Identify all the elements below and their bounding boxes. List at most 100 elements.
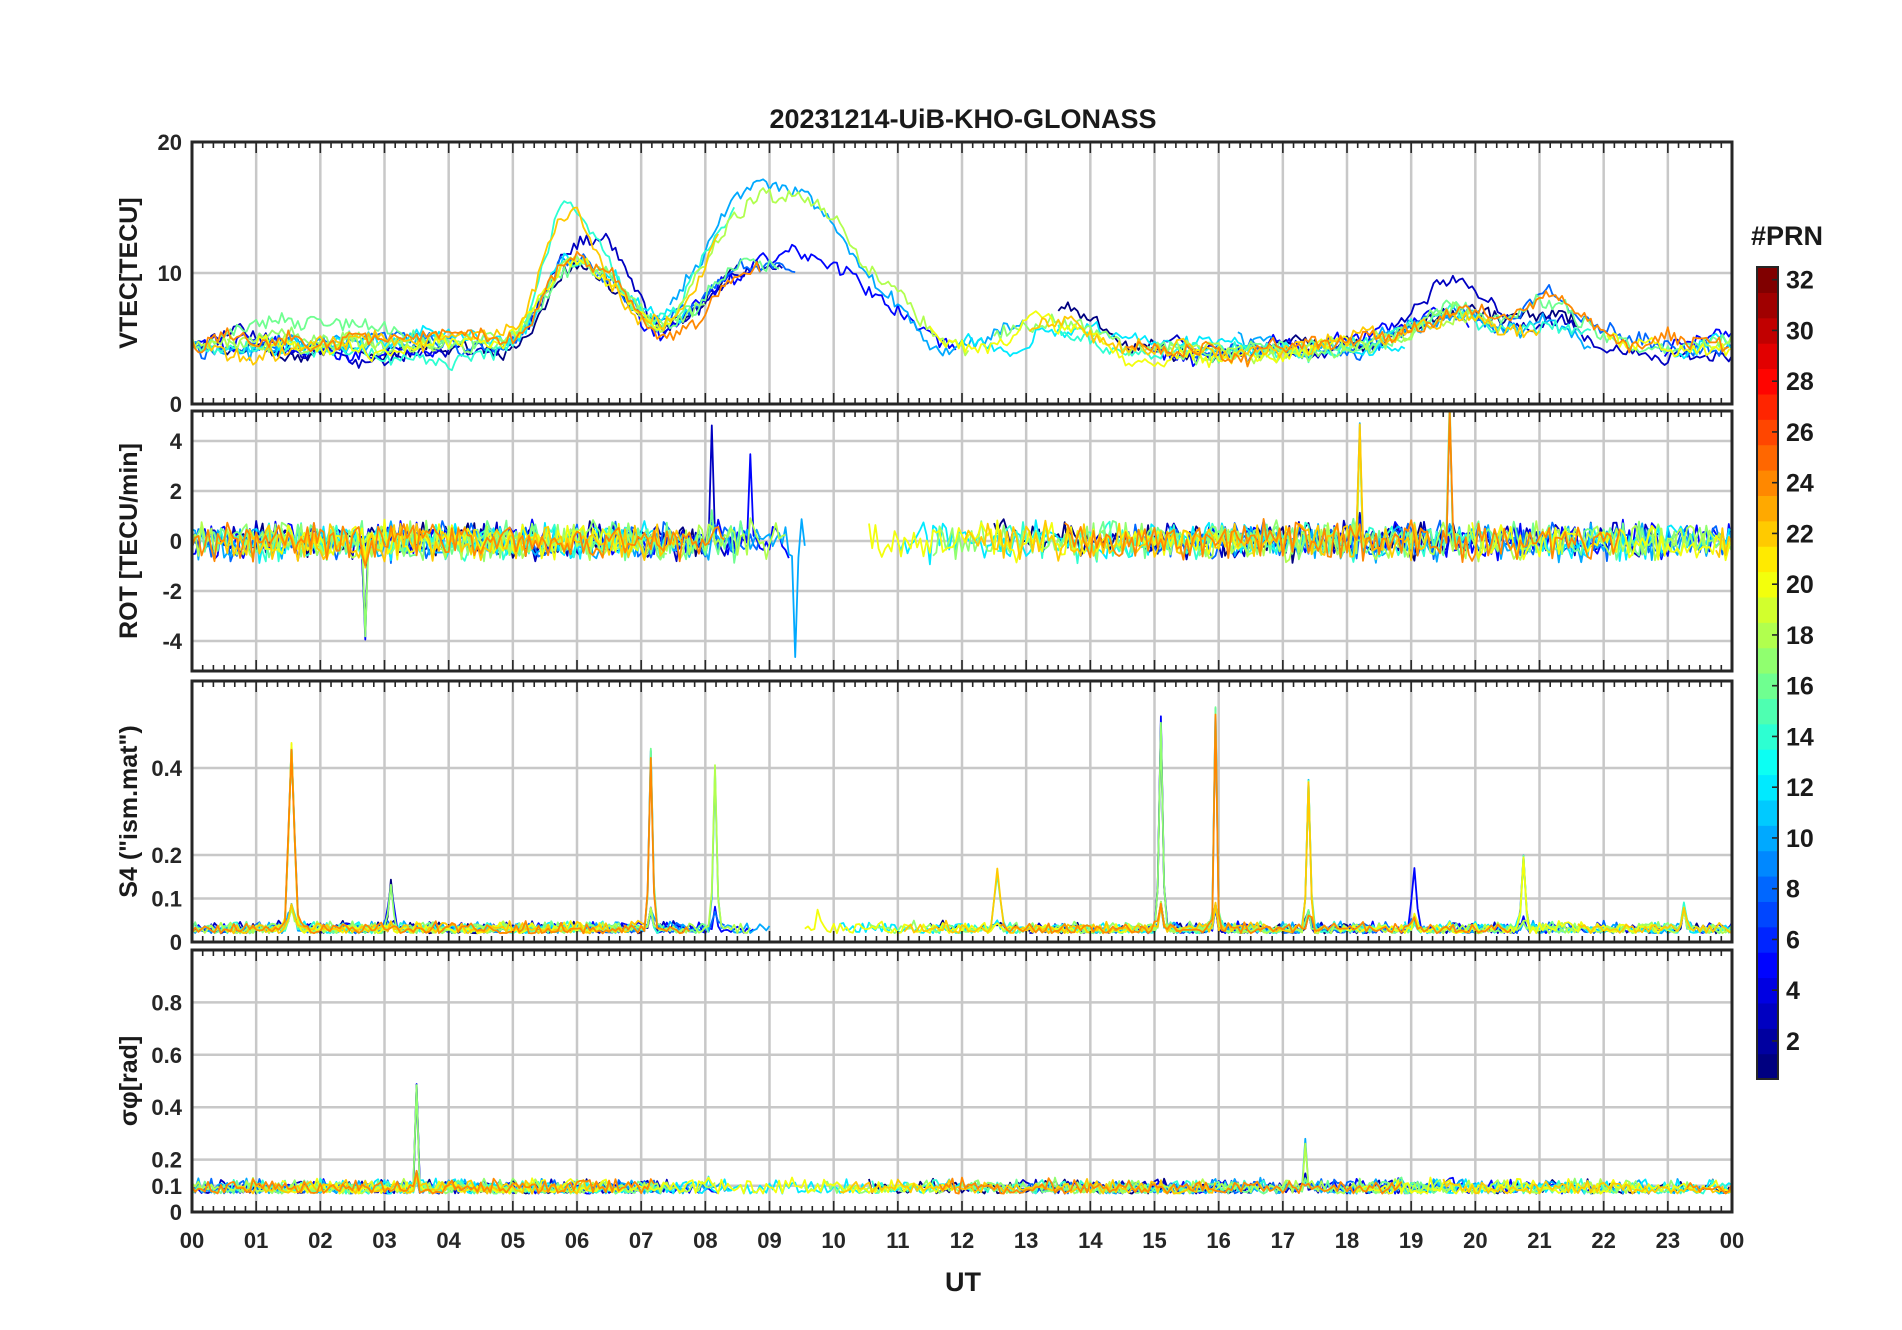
colorbar-tick-label: 2	[1786, 1028, 1800, 1056]
colorbar-swatch	[1757, 1053, 1778, 1080]
colorbar-tick-label: 8	[1786, 876, 1800, 904]
x-tick-label: 23	[1656, 1228, 1680, 1253]
chart-title: 20231214-UiB-KHO-GLONASS	[769, 104, 1156, 134]
colorbar-label: #PRN	[1751, 221, 1823, 251]
figure: 20231214-UiB-KHO-GLONASS 01020VTEC[TECU]…	[115, 104, 1823, 1297]
sigma-ylabel: σφ[rad]	[115, 1036, 143, 1127]
x-tick-label: 21	[1527, 1228, 1551, 1253]
colorbar-tick-label: 16	[1786, 673, 1814, 701]
s4-grid	[190, 681, 1734, 944]
colorbar-tick-label: 32	[1786, 267, 1814, 295]
colorbar-tick-label: 30	[1786, 317, 1814, 345]
vtec-ytick-label: 20	[158, 130, 182, 155]
colorbar-swatch	[1757, 749, 1778, 776]
sigma-ytick-label: 0.6	[151, 1043, 182, 1068]
x-tick-label: 07	[629, 1228, 653, 1253]
x-tick-label: 20	[1463, 1228, 1487, 1253]
colorbar-tick-label: 26	[1786, 419, 1814, 447]
rot-ytick-label: 2	[170, 479, 182, 504]
s4-ytick-label: 0.4	[151, 756, 182, 781]
colorbar-tick-label: 10	[1786, 825, 1814, 853]
colorbar-tick-label: 14	[1786, 723, 1814, 751]
sigma-ytick-label: 0	[170, 1200, 182, 1225]
colorbar-tick-label: 6	[1786, 926, 1800, 954]
x-tick-label: 04	[436, 1228, 461, 1253]
x-tick-label: 05	[501, 1228, 525, 1253]
rot-ytick-label: 0	[170, 529, 182, 554]
s4-series-prn-18	[192, 764, 752, 935]
s4-ytick-label: 0	[170, 930, 182, 955]
vtec-ylabel: VTEC[TECU]	[115, 197, 143, 348]
rot-ytick-label: -2	[162, 579, 182, 604]
colorbar-tick-label: 20	[1786, 571, 1814, 599]
x-tick-label: 00	[1720, 1228, 1744, 1253]
colorbar-swatch	[1757, 1002, 1778, 1029]
colorbar-tick-label: 12	[1786, 774, 1814, 802]
s4-series-prn-20	[272, 742, 604, 935]
colorbar-swatch	[1757, 952, 1778, 979]
s4-series-prn-24	[192, 748, 691, 935]
colorbar-swatch	[1757, 546, 1778, 573]
colorbar-swatch	[1757, 343, 1778, 370]
s4-series-prn-1	[929, 721, 1364, 935]
x-tick-labels: 00 01 02 03 04 05 06 07 08 09 10 11 12 13 14 15 16 17 18 19…	[180, 1228, 1744, 1253]
rot-ylabel: ROT [TECU/min]	[115, 443, 143, 639]
x-tick-label: 09	[757, 1228, 781, 1253]
sigma-ytick-label: 0.2	[151, 1148, 182, 1173]
panels: 01020VTEC[TECU]-4-2024ROT [TECU/min]00.1…	[115, 130, 1744, 1253]
colorbar-swatch	[1757, 901, 1778, 928]
sigma-series-prn-17	[255, 1084, 597, 1195]
x-tick-label: 17	[1271, 1228, 1295, 1253]
colorbar-swatch	[1757, 596, 1778, 623]
colorbar-swatch	[1757, 647, 1778, 674]
s4-series-prn-17	[868, 721, 1255, 935]
sigma-series-prn-1	[245, 1083, 633, 1195]
rot-ytick-label: 4	[170, 429, 183, 454]
panel-vtec: 0 10 20 VTEC[TECU]	[115, 130, 1734, 417]
s4-ylabel: S4 ("ism.mat")	[115, 725, 143, 897]
rot-ytick-label: -4	[162, 629, 182, 654]
colorbar-swatch	[1757, 850, 1778, 877]
x-tick-label: 13	[1014, 1228, 1038, 1253]
colorbar-tick-label: 22	[1786, 520, 1814, 548]
x-tick-label: 14	[1078, 1228, 1103, 1253]
x-tick-label: 06	[565, 1228, 589, 1253]
x-axis-label: UT	[945, 1267, 981, 1297]
colorbar-tick-label: 28	[1786, 368, 1814, 396]
sigma-series-prn-5	[192, 1083, 719, 1195]
colorbar-swatch	[1757, 495, 1778, 522]
s4-series-prn-20	[1336, 856, 1665, 935]
colorbar-swatch	[1757, 698, 1778, 725]
sigma-ytick-label: 0.1	[151, 1174, 182, 1199]
x-tick-label: 12	[950, 1228, 974, 1253]
colorbar-swatch	[1757, 292, 1778, 319]
vtec-ytick-label: 10	[158, 261, 182, 286]
vtec-grid	[190, 140, 1734, 406]
x-tick-label: 01	[244, 1228, 268, 1253]
s4-series-prn-22	[903, 781, 1322, 935]
x-tick-label: 15	[1142, 1228, 1166, 1253]
colorbar-swatch	[1757, 444, 1778, 471]
panel-rot: -4 -2 0 2 4 ROT [TECU/min]	[115, 409, 1734, 673]
x-tick-label: 10	[821, 1228, 845, 1253]
colorbar-tick-label: 4	[1786, 977, 1800, 1005]
sigma-ytick-label: 0.4	[151, 1095, 182, 1120]
x-tick-label: 08	[693, 1228, 717, 1253]
x-tick-label: 02	[308, 1228, 332, 1253]
s4-series-prn-16	[192, 744, 710, 935]
vtec-ytick-label: 0	[170, 392, 182, 417]
x-tick-label: 16	[1206, 1228, 1230, 1253]
colorbar-swatch	[1757, 393, 1778, 420]
s4-series-prn-10	[1160, 778, 1732, 935]
x-tick-label: 19	[1399, 1228, 1423, 1253]
x-tick-label: 03	[372, 1228, 396, 1253]
colorbar-swatch	[1757, 799, 1778, 826]
x-tick-label: 22	[1591, 1228, 1615, 1253]
colorbar-tick-label: 24	[1786, 470, 1814, 498]
s4-series-prn-8	[192, 743, 726, 935]
x-tick-label: 18	[1335, 1228, 1359, 1253]
s4-series-prn-24	[1000, 713, 1512, 935]
colorbar-tick-label: 18	[1786, 622, 1814, 650]
panel-sigma: 00.10.2 0.4 0.6 0.8 σφ[rad]	[115, 948, 1734, 1225]
x-tick-label: 11	[886, 1228, 909, 1253]
